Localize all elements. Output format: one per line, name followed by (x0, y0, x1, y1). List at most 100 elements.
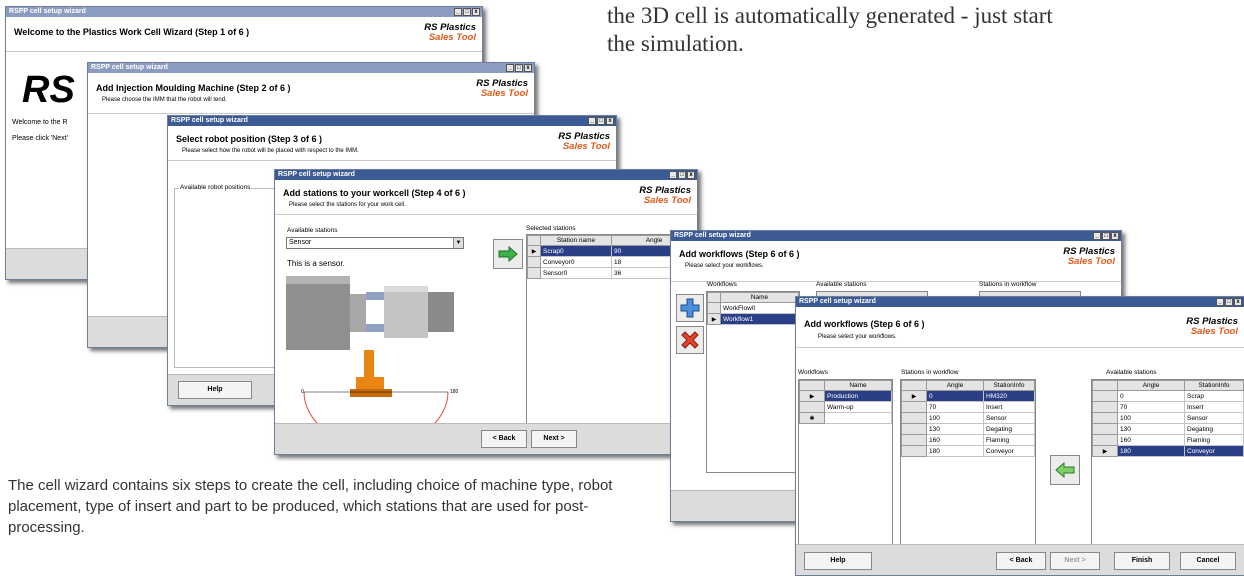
minimize-icon[interactable]: _ (1216, 298, 1224, 306)
workflows-label: Workflows (798, 369, 828, 376)
maximize-icon[interactable]: □ (678, 171, 686, 179)
maximize-icon[interactable]: □ (515, 64, 523, 72)
station-info-cell[interactable]: Insert (1184, 401, 1244, 413)
row-pointer-icon: ▶ (1092, 445, 1118, 457)
angle-cell[interactable]: 180 (1117, 445, 1185, 457)
minimize-icon[interactable]: _ (669, 171, 677, 179)
table-row[interactable]: ▶ Workflow1 (707, 313, 799, 325)
close-icon[interactable]: x (687, 171, 695, 179)
back-button[interactable]: < Back (996, 552, 1046, 570)
close-icon[interactable]: x (1234, 298, 1242, 306)
station-name-cell[interactable]: Scrap0 (540, 245, 612, 257)
arc-label-right: 180 (450, 389, 459, 395)
add-station-button[interactable] (493, 239, 523, 269)
move-left-button[interactable] (1050, 455, 1080, 485)
close-icon[interactable]: x (606, 117, 614, 125)
add-workflow-button[interactable] (676, 294, 704, 322)
station-info-cell[interactable]: Scrap (1184, 390, 1244, 402)
rs-logo: RS Plastics Sales Tool (1063, 246, 1115, 267)
title-bar: RSPP cell setup wizard _ □ x (88, 63, 534, 73)
angle-cell[interactable]: 160 (926, 434, 984, 446)
step-title: Welcome to the Plastics Work Cell Wizard… (14, 27, 250, 37)
minimize-icon[interactable]: _ (454, 8, 462, 16)
workflows-grid[interactable]: Name ▶ Production Warm-up ✱ (798, 379, 893, 548)
workflow-name-cell[interactable]: Production (824, 390, 892, 402)
step-title: Add stations to your workcell (Step 4 of… (283, 188, 466, 198)
title-bar: RSPP cell setup wizard _ □ x (671, 231, 1121, 241)
table-row[interactable]: WorkFlow0 (707, 302, 799, 314)
station-name-cell[interactable]: Conveyor0 (540, 256, 612, 268)
angle-cell[interactable]: 130 (1117, 423, 1185, 435)
cancel-button[interactable]: Cancel (1180, 552, 1236, 570)
angle-cell[interactable]: 100 (926, 412, 984, 424)
table-row[interactable]: ▶ Production (799, 390, 892, 402)
help-button[interactable]: Help (178, 381, 252, 399)
station-info-cell[interactable]: Degating (1184, 423, 1244, 435)
station-info-cell[interactable]: Conveyor (983, 445, 1035, 457)
title-bar: RSPP cell setup wizard _ □ x (6, 7, 482, 17)
angle-cell[interactable]: 100 (1117, 412, 1185, 424)
station-info-cell[interactable]: Flaming (983, 434, 1035, 446)
table-row[interactable]: ▶ 180 Conveyor (1092, 445, 1244, 457)
table-row[interactable]: 180 Conveyor (901, 445, 1035, 457)
window-title: RSPP cell setup wizard (674, 232, 751, 239)
title-bar: RSPP cell setup wizard _ □ x (168, 116, 616, 126)
angle-cell[interactable]: 0 (1117, 390, 1185, 402)
angle-cell[interactable]: 70 (1117, 401, 1185, 413)
maximize-icon[interactable]: □ (463, 8, 471, 16)
chevron-down-icon[interactable]: ▼ (453, 238, 463, 248)
angle-cell[interactable]: 0 (926, 390, 984, 402)
help-button[interactable]: Help (804, 552, 872, 570)
wizard-header: Add workflows (Step 6 of 6 ) Please sele… (796, 307, 1244, 348)
table-row[interactable]: ▶ 0 HM320 (901, 390, 1035, 402)
close-icon[interactable]: x (524, 64, 532, 72)
next-button[interactable]: Next > (531, 430, 577, 448)
finish-button[interactable]: Finish (1114, 552, 1170, 570)
table-row[interactable]: 70 Insert (901, 401, 1035, 413)
maximize-icon[interactable]: □ (1225, 298, 1233, 306)
station-info-cell[interactable]: Flaming (1184, 434, 1244, 446)
table-row[interactable]: 100 Sensor (901, 412, 1035, 424)
workflow-name-cell[interactable]: Warm-up (824, 401, 892, 413)
table-row[interactable]: 160 Flaming (1092, 434, 1244, 446)
angle-cell[interactable]: 160 (1117, 434, 1185, 446)
welcome-text: Welcome to the R (12, 119, 68, 126)
delete-workflow-button[interactable] (676, 326, 704, 354)
angle-cell[interactable]: 130 (926, 423, 984, 435)
station-dropdown[interactable]: Sensor ▼ (286, 237, 464, 249)
station-info-cell[interactable]: Sensor (1184, 412, 1244, 424)
table-row[interactable]: 100 Sensor (1092, 412, 1244, 424)
table-row[interactable]: 0 Scrap (1092, 390, 1244, 402)
minimize-icon[interactable]: _ (1093, 232, 1101, 240)
angle-cell[interactable]: 180 (926, 445, 984, 457)
table-row[interactable]: 130 Degating (1092, 423, 1244, 435)
angle-cell[interactable]: 70 (926, 401, 984, 413)
column-header-angle: Angle (926, 380, 984, 391)
table-row[interactable]: 70 Insert (1092, 401, 1244, 413)
table-row[interactable]: 130 Degating (901, 423, 1035, 435)
station-info-cell[interactable]: Conveyor (1184, 445, 1244, 457)
maximize-icon[interactable]: □ (1102, 232, 1110, 240)
station-name-cell[interactable]: Sensor0 (540, 267, 612, 279)
maximize-icon[interactable]: □ (597, 117, 605, 125)
close-icon[interactable]: x (1111, 232, 1119, 240)
station-info-cell[interactable]: Degating (983, 423, 1035, 435)
station-info-cell[interactable]: HM320 (983, 390, 1035, 402)
available-stations-grid[interactable]: Angle StationInfo 0 Scrap 70 Insert 100 Sens… (1091, 379, 1244, 548)
wizard-header: Add stations to your workcell (Step 4 of… (275, 180, 697, 215)
window-title: RSPP cell setup wizard (278, 171, 355, 178)
minimize-icon[interactable]: _ (506, 64, 514, 72)
next-button[interactable]: Next > (1050, 552, 1100, 570)
table-row[interactable]: 160 Flaming (901, 434, 1035, 446)
minimize-icon[interactable]: _ (588, 117, 596, 125)
back-button[interactable]: < Back (481, 430, 527, 448)
new-row[interactable]: ✱ (799, 412, 892, 424)
workflow-name-cell[interactable]: WorkFlow0 (720, 302, 799, 314)
table-row[interactable]: Warm-up (799, 401, 892, 413)
close-icon[interactable]: x (472, 8, 480, 16)
workflows-grid[interactable]: Name WorkFlow0 ▶ Workflow1 (706, 291, 800, 473)
station-info-cell[interactable]: Insert (983, 401, 1035, 413)
stations-in-workflow-grid[interactable]: Angle StationInfo ▶ 0 HM320 70 Insert 100 Sen… (900, 379, 1036, 548)
workflow-name-cell[interactable]: Workflow1 (720, 313, 799, 325)
station-info-cell[interactable]: Sensor (983, 412, 1035, 424)
